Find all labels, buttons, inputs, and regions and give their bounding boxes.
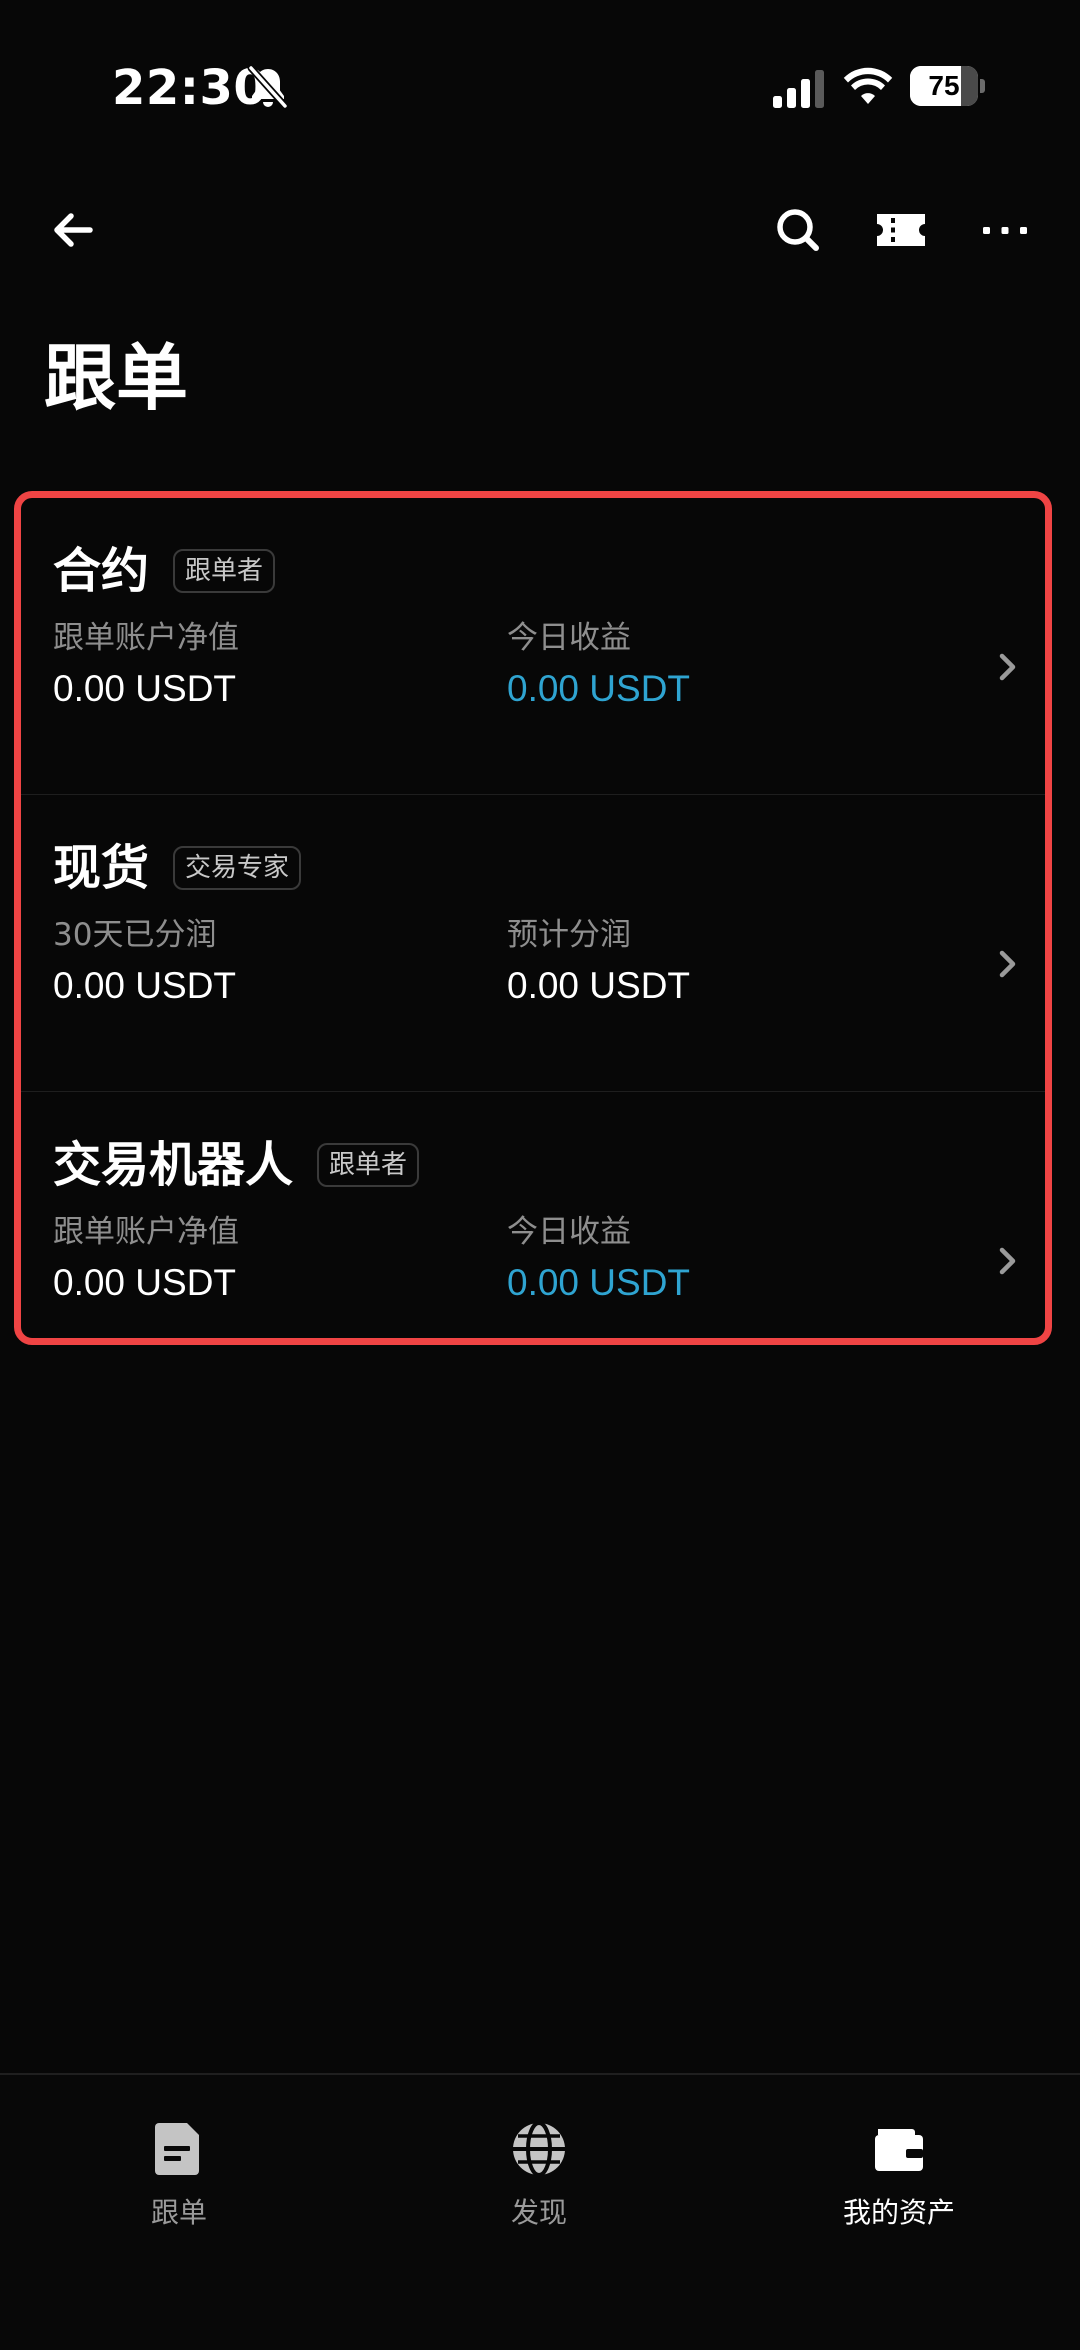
role-tag: 跟单者 <box>317 1143 420 1187</box>
metric-label: 跟单账户净值 <box>53 1214 239 1250</box>
tab-copy-trading[interactable]: 跟单 <box>59 2119 299 2231</box>
tab-label: 发现 <box>510 2196 567 2229</box>
battery-level: 75 <box>928 70 960 101</box>
metric-value: 0.00 USDT <box>53 1262 237 1303</box>
metric-left: 跟单账户净值 0.00 USDT <box>53 618 239 712</box>
wifi-icon <box>843 67 893 104</box>
chevron-right-icon <box>999 1247 1016 1275</box>
card-spot[interactable]: 现货 交易专家 30天已分润 0.00 USDT 预计分润 0.00 USDT <box>21 795 1045 1092</box>
tab-my-assets[interactable]: 我的资产 <box>779 2119 1019 2231</box>
card-title: 合约 <box>53 543 150 599</box>
chevron-right-icon <box>999 950 1016 978</box>
status-time: 22:30 <box>112 60 268 116</box>
metric-label: 预计分润 <box>507 917 631 953</box>
back-arrow-icon[interactable] <box>46 202 102 258</box>
tab-label: 跟单 <box>150 2196 207 2229</box>
signal-icon <box>773 70 824 108</box>
copy-trading-card-list: 合约 跟单者 跟单账户净值 0.00 USDT 今日收益 0.00 USDT 现… <box>14 491 1052 1345</box>
top-nav <box>0 180 1080 280</box>
metric-value: 0.00 USDT <box>53 965 237 1006</box>
metric-right: 今日收益 0.00 USDT <box>507 618 690 712</box>
card-futures[interactable]: 合约 跟单者 跟单账户净值 0.00 USDT 今日收益 0.00 USDT <box>21 498 1045 795</box>
metric-label: 今日收益 <box>507 1214 631 1250</box>
chevron-right-icon <box>999 653 1016 681</box>
role-tag: 跟单者 <box>173 549 276 593</box>
metric-value: 0.00 USDT <box>507 668 691 709</box>
battery-icon: 75 <box>910 66 986 106</box>
metric-left: 30天已分润 0.00 USDT <box>53 915 236 1009</box>
metric-right: 今日收益 0.00 USDT <box>507 1212 690 1306</box>
metric-left: 跟单账户净值 0.00 USDT <box>53 1212 239 1306</box>
document-icon <box>155 2123 199 2175</box>
metric-label: 30天已分润 <box>53 917 217 953</box>
globe-icon <box>513 2121 565 2177</box>
metric-label: 跟单账户净值 <box>53 620 239 656</box>
card-trading-bot[interactable]: 交易机器人 跟单者 跟单账户净值 0.00 USDT 今日收益 0.00 USD… <box>21 1092 1045 1338</box>
bell-off-icon <box>247 64 289 110</box>
page-title: 跟单 <box>44 336 189 420</box>
metric-value: 0.00 USDT <box>53 668 237 709</box>
metric-label: 今日收益 <box>507 620 631 656</box>
status-bar: 22:30 75 <box>0 0 1080 170</box>
metric-value: 0.00 USDT <box>507 1262 691 1303</box>
metric-value: 0.00 USDT <box>507 965 691 1006</box>
tab-label: 我的资产 <box>842 2196 955 2229</box>
bottom-tab-bar: 跟单 发现 我的资产 <box>0 2073 1080 2350</box>
wallet-icon <box>875 2129 923 2171</box>
tab-discover[interactable]: 发现 <box>419 2119 659 2231</box>
more-icon[interactable] <box>977 202 1033 258</box>
metric-right: 预计分润 0.00 USDT <box>507 915 690 1009</box>
search-icon[interactable] <box>770 202 826 258</box>
ticket-icon[interactable] <box>873 202 929 258</box>
role-tag: 交易专家 <box>173 846 302 890</box>
card-title: 现货 <box>53 840 150 896</box>
card-title: 交易机器人 <box>53 1137 294 1193</box>
